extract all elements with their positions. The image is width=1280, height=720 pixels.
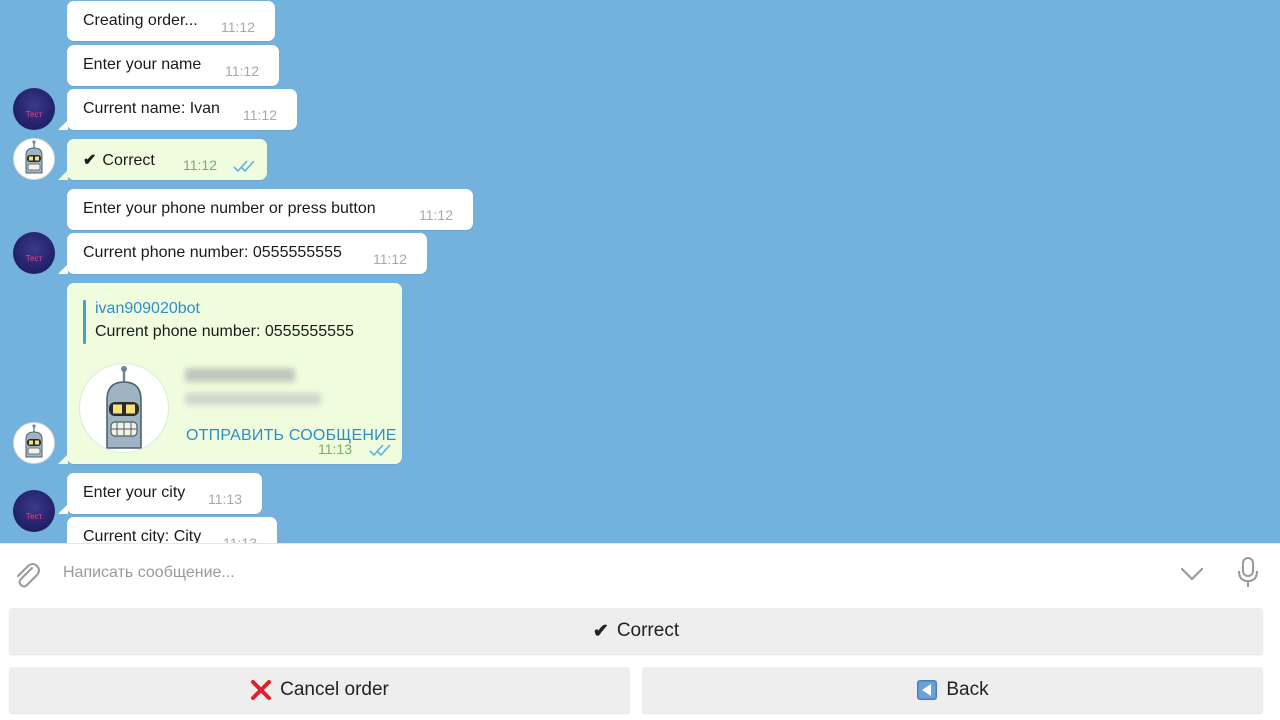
avatar-label: Тест xyxy=(25,254,43,263)
chat-area[interactable]: Creating order... 11:12 Enter your name … xyxy=(0,0,1280,543)
cancel-order-button[interactable]: Cancel order xyxy=(9,667,630,713)
avatar-label: Тест xyxy=(25,110,43,119)
message-bubble: Current city: City 11:13 xyxy=(67,517,277,543)
robot-icon xyxy=(25,140,43,174)
check-mark-icon: ✔ xyxy=(592,620,609,642)
message-text: Current phone number: 0555555555 xyxy=(83,244,342,261)
reply-keyboard: ✔ Correct Cancel order Back xyxy=(0,601,1280,720)
user-avatar[interactable] xyxy=(13,138,55,180)
message-time: 11:12 xyxy=(419,207,453,223)
back-arrow-icon xyxy=(916,679,938,701)
message-content: ✔ Correct xyxy=(83,150,155,170)
message-text: Creating order... xyxy=(83,12,198,29)
correct-button-label: Correct xyxy=(616,620,680,641)
attach-icon[interactable] xyxy=(12,559,40,589)
message-input-bar: Написать сообщение... xyxy=(0,543,1280,601)
contact-name-blurred xyxy=(185,368,295,382)
back-button[interactable]: Back xyxy=(642,667,1263,713)
message-text: Correct xyxy=(102,152,155,169)
message-bubble: Enter your phone number or press button … xyxy=(67,189,473,230)
reply-bar xyxy=(83,300,86,344)
message-bubble: Enter your name 11:12 xyxy=(67,45,279,86)
cancel-order-label: Cancel order xyxy=(280,679,389,700)
contact-phone-blurred xyxy=(185,393,321,405)
message-time: 11:13 xyxy=(223,535,257,543)
message-bubble: Creating order... 11:12 xyxy=(67,1,275,41)
message-text: Enter your city xyxy=(83,484,186,501)
microphone-icon[interactable] xyxy=(1236,556,1260,590)
cross-icon xyxy=(250,679,272,701)
bot-avatar[interactable]: Тест xyxy=(13,88,55,130)
message-time: 11:12 xyxy=(243,107,277,123)
message-bubble-outgoing: ✔ Correct 11:12 xyxy=(67,139,267,180)
message-time: 11:12 xyxy=(221,19,255,35)
double-check-icon xyxy=(233,160,255,172)
message-text: Enter your phone number or press button xyxy=(83,200,376,217)
double-check-icon xyxy=(369,444,391,456)
check-mark-icon: ✔ xyxy=(83,152,97,169)
message-time: 11:12 xyxy=(225,63,259,79)
message-bubble: Current name: Ivan 11:12 xyxy=(67,89,297,130)
back-button-label: Back xyxy=(946,679,989,700)
message-time: 11:13 xyxy=(318,441,352,457)
correct-button[interactable]: ✔ Correct xyxy=(9,608,1263,654)
message-time: 11:12 xyxy=(373,251,407,267)
chevron-down-icon[interactable] xyxy=(1180,566,1204,582)
contact-avatar[interactable] xyxy=(79,363,169,453)
message-text: Current city: City xyxy=(83,528,202,543)
message-bubble: Enter your city 11:13 xyxy=(67,473,262,514)
message-time: 11:13 xyxy=(208,491,242,507)
message-bubble: Current phone number: 0555555555 11:12 xyxy=(67,233,427,274)
send-message-link[interactable]: ОТПРАВИТЬ СООБЩЕНИЕ xyxy=(186,427,397,445)
contact-message: ivan909020bot Current phone number: 0555… xyxy=(67,283,402,464)
bot-avatar[interactable]: Тест xyxy=(13,232,55,274)
user-avatar[interactable] xyxy=(13,422,55,464)
avatar-label: Тест xyxy=(25,512,43,521)
robot-icon xyxy=(25,424,43,458)
reply-sender[interactable]: ivan909020bot xyxy=(95,300,200,318)
message-text: Enter your name xyxy=(83,56,202,73)
reply-text: Current phone number: 0555555555 xyxy=(95,323,354,340)
robot-icon xyxy=(106,366,142,449)
message-input[interactable]: Написать сообщение... xyxy=(63,564,235,582)
message-text: Current name: Ivan xyxy=(83,100,220,117)
bot-avatar[interactable]: Тест xyxy=(13,490,55,532)
message-time: 11:12 xyxy=(183,157,217,173)
